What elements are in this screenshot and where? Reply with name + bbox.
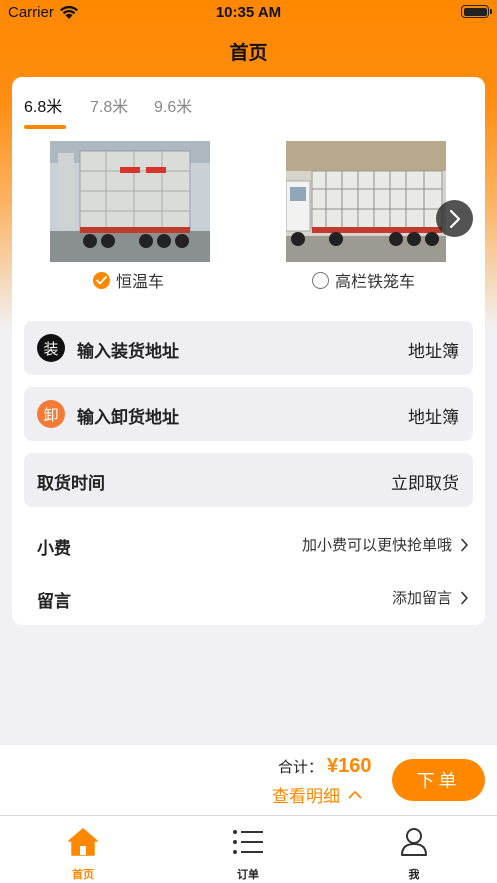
- truck-option-label: 恒温车: [116, 272, 165, 291]
- tab-orders[interactable]: 订单: [188, 824, 308, 882]
- load-badge: 装: [37, 334, 65, 362]
- tab-9-6m[interactable]: 9.6米: [154, 93, 192, 117]
- home-icon: [68, 828, 98, 856]
- status-bar: Carrier 10:35 AM: [0, 0, 497, 26]
- message-label: 留言: [37, 592, 71, 612]
- unload-address-book-button[interactable]: 地址簿: [408, 403, 459, 428]
- order-form-card: 6.8米 7.8米 9.6米 恒温车 高栏铁笼车 装 输入装货地址 地址簿 卸 …: [12, 77, 485, 625]
- chevron-right-icon: [449, 209, 460, 228]
- place-order-button[interactable]: 下单: [392, 759, 485, 801]
- message-hint: 添加留言: [391, 589, 452, 607]
- unload-address-input[interactable]: 输入卸货地址: [77, 403, 179, 428]
- truck-image-cage[interactable]: [286, 141, 446, 262]
- checked-radio-icon: [93, 271, 110, 289]
- chevron-up-icon: [348, 791, 362, 799]
- tip-row[interactable]: 小费 加小费可以更快抢单哦: [24, 525, 473, 565]
- total-label: 合计：: [278, 758, 324, 776]
- tip-hint: 加小费可以更快抢单哦: [301, 536, 452, 554]
- checkout-bar: 合计： ¥160 查看明细 下单: [0, 745, 497, 815]
- pickup-time-value[interactable]: 立即取货: [391, 469, 459, 494]
- page-title: 首页: [229, 42, 268, 64]
- unchecked-radio-icon: [312, 271, 329, 289]
- next-truck-button[interactable]: [436, 200, 473, 237]
- chevron-right-icon: [461, 538, 468, 551]
- total-price: 合计： ¥160: [278, 755, 372, 778]
- user-icon: [401, 828, 427, 856]
- tab-orders-label: 订单: [237, 868, 259, 881]
- tab-7-8m[interactable]: 7.8米: [90, 93, 128, 117]
- message-row[interactable]: 留言 添加留言: [24, 578, 473, 618]
- list-icon: [233, 830, 263, 854]
- truck-option-label: 高栏铁笼车: [335, 272, 416, 291]
- battery-icon: [461, 5, 492, 18]
- unload-address-row[interactable]: 卸 输入卸货地址 地址簿: [24, 387, 473, 441]
- chevron-right-icon: [461, 591, 468, 604]
- tab-me-label: 我: [408, 868, 420, 881]
- tab-home-label: 首页: [72, 868, 94, 881]
- tip-label: 小费: [37, 539, 71, 559]
- load-address-input[interactable]: 输入装货地址: [77, 337, 179, 362]
- clock: 10:35 AM: [215, 4, 282, 21]
- truck-option-cage[interactable]: 高栏铁笼车: [312, 268, 415, 292]
- truck-option-refrigerated[interactable]: 恒温车: [93, 268, 164, 292]
- tab-bar: 首页 订单 我: [0, 815, 497, 883]
- pickup-time-label: 取货时间: [37, 474, 105, 494]
- truck-image-refrigerated[interactable]: [50, 141, 210, 262]
- tab-6-8m[interactable]: 6.8米: [24, 93, 62, 117]
- total-amount: ¥160: [327, 755, 372, 777]
- load-address-row[interactable]: 装 输入装货地址 地址簿: [24, 321, 473, 375]
- view-details-label: 查看明细: [272, 787, 340, 807]
- unload-badge: 卸: [37, 400, 65, 428]
- view-details-button[interactable]: 查看明细: [272, 782, 362, 807]
- tab-home[interactable]: 首页: [23, 824, 143, 882]
- load-address-book-button[interactable]: 地址簿: [408, 337, 459, 362]
- tab-me[interactable]: 我: [354, 824, 474, 882]
- pickup-time-row[interactable]: 取货时间 立即取货: [24, 453, 473, 507]
- tab-indicator: [24, 125, 66, 129]
